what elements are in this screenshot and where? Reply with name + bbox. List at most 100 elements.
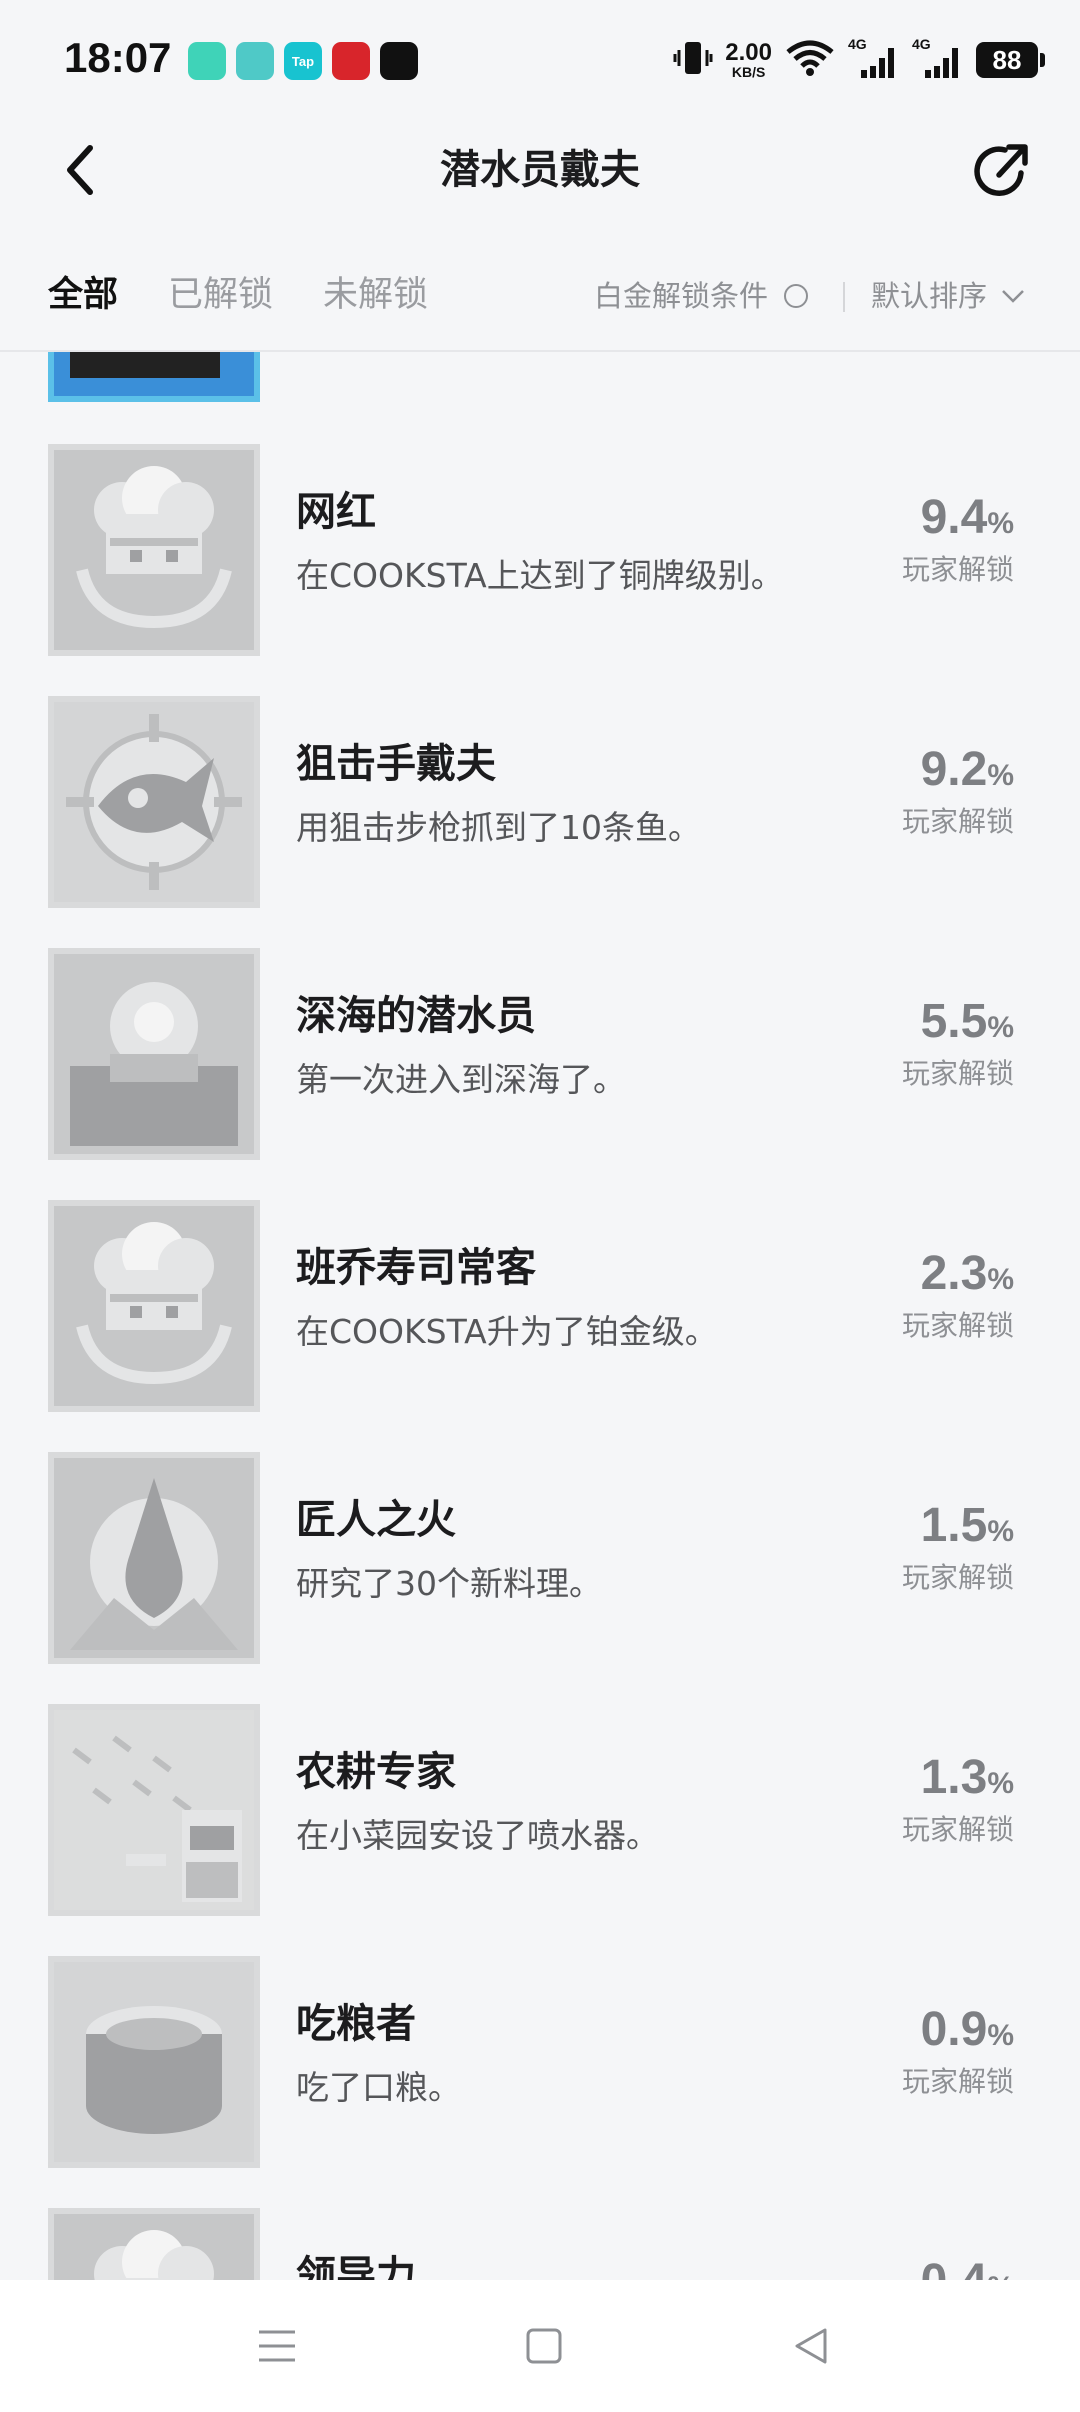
achievement-row[interactable]: 吃粮者 吃了口粮。 0.9% 玩家解锁 — [0, 1956, 1080, 2208]
achievement-row[interactable]: 班乔寿司常客 在COOKSTA升为了铂金级。 2.3% 玩家解锁 — [0, 1200, 1080, 1452]
network-speed: 2.00 KB/S — [725, 39, 772, 80]
achievement-description: 用狙击步枪抓到了10条鱼。 — [296, 808, 701, 847]
chevron-down-icon — [1002, 290, 1024, 303]
achievement-name: 深海的潜水员 — [296, 993, 536, 1039]
battery-indicator: 88 — [976, 42, 1045, 78]
unlock-rate: 5.5% 玩家解锁 — [854, 994, 1014, 1094]
unlock-rate-value: 1.3 — [920, 1751, 988, 1804]
page-title: 潜水员戴夫 — [440, 147, 640, 193]
status-bar: 18:07 Tap 2.00 KB/S 4G 4G 88 — [0, 0, 1080, 120]
unlock-rate-unit: % — [987, 507, 1014, 540]
achievement-name: 吃粮者 — [296, 2001, 416, 2047]
tab-locked[interactable]: 未解锁 — [323, 270, 428, 320]
wifi-icon — [784, 38, 836, 82]
ration-can-icon — [48, 1956, 260, 2168]
unlock-rate-label: 玩家解锁 — [901, 805, 1014, 838]
filter-row: 全部 已解锁 未解锁 白金解锁条件 默认排序 — [0, 240, 1080, 352]
share-button[interactable] — [966, 136, 1036, 206]
platinum-condition-toggle[interactable]: 白金解锁条件 — [594, 276, 809, 316]
unlock-rate-value: 9.4 — [920, 491, 988, 544]
platinum-label: 白金解锁条件 — [594, 279, 769, 313]
achievement-row[interactable]: 匠人之火 研究了30个新料理。 1.5% 玩家解锁 — [0, 1452, 1080, 1704]
achievement-description: 吃了口粮。 — [296, 2068, 461, 2107]
unlock-rate-unit: % — [987, 1767, 1014, 1800]
signal-label-2: 4G — [912, 36, 931, 52]
signal-icon: 4G — [848, 36, 900, 80]
navigation-bar — [0, 2280, 1080, 2412]
signal-label: 4G — [848, 36, 867, 52]
unlock-rate-label: 玩家解锁 — [901, 553, 1014, 586]
achievement-name: 匠人之火 — [296, 1497, 456, 1543]
tab-unlocked[interactable]: 已解锁 — [168, 270, 273, 320]
fish-crosshair-icon — [48, 696, 260, 908]
achievement-row[interactable]: 网红 在COOKSTA上达到了铜牌级别。 9.4% 玩家解锁 — [0, 444, 1080, 696]
divider — [843, 282, 845, 312]
unlock-rate-label: 玩家解锁 — [901, 1309, 1014, 1342]
unlock-rate-unit: % — [987, 2019, 1014, 2052]
taptap-icon: Tap — [284, 42, 322, 80]
radio-circle-icon — [784, 284, 809, 308]
triangle-back-icon — [795, 2328, 827, 2364]
unlock-rate: 0.9% 玩家解锁 — [854, 2002, 1014, 2102]
red-app-icon — [332, 42, 370, 80]
achievement-name: 班乔寿司常客 — [296, 1245, 536, 1291]
unlock-rate-unit: % — [987, 759, 1014, 792]
achievement-row[interactable]: 深海的潜水员 第一次进入到深海了。 5.5% 玩家解锁 — [0, 948, 1080, 1200]
signal-icon-2: 4G — [912, 36, 964, 80]
chef-hat-icon — [48, 444, 260, 656]
unlock-rate-label: 玩家解锁 — [901, 1057, 1014, 1090]
home-button[interactable] — [514, 2316, 574, 2376]
unlock-rate-unit: % — [987, 1515, 1014, 1548]
app-icon-green — [188, 42, 226, 80]
unlock-rate-value: 0.9 — [920, 2003, 988, 2056]
tab-all[interactable]: 全部 — [48, 270, 118, 320]
chef-hat-icon — [48, 1200, 260, 1412]
achievement-list: 网红 在COOKSTA上达到了铜牌级别。 9.4% 玩家解锁 狙击手戴夫 用狙击… — [0, 352, 1080, 2280]
unlock-rate-value: 1.5 — [920, 1499, 988, 1552]
deep-sea-glow-icon — [48, 948, 260, 1160]
vibrate-icon — [673, 38, 713, 82]
back-nav-button[interactable] — [781, 2316, 841, 2376]
achievement-name: 领导力 — [296, 2253, 416, 2280]
system-icons: 2.00 KB/S 4G 4G 88 — [673, 36, 1045, 82]
unlock-rate: 1.3% 玩家解锁 — [854, 1750, 1014, 1850]
app-icon-teal — [236, 42, 274, 80]
achievement-description: 第一次进入到深海了。 — [296, 1060, 626, 1099]
fire-icon — [48, 1452, 260, 1664]
unlock-rate-value: 5.5 — [920, 995, 988, 1048]
unlock-rate: 1.5% 玩家解锁 — [854, 1498, 1014, 1598]
unlock-rate-unit: % — [987, 1011, 1014, 1044]
unlock-rate: 9.2% 玩家解锁 — [854, 742, 1014, 842]
tiktok-icon — [380, 42, 418, 80]
header: 潜水员戴夫 — [0, 120, 1080, 220]
unlock-rate: 9.4% 玩家解锁 — [854, 490, 1014, 590]
achievement-description: 在小菜园安设了喷水器。 — [296, 1816, 659, 1855]
sort-label: 默认排序 — [871, 279, 988, 313]
status-time: 18:07 — [64, 34, 172, 81]
unlock-rate: 2.3% 玩家解锁 — [854, 1246, 1014, 1346]
menu-icon — [259, 2330, 295, 2362]
chef-hat-icon — [48, 2208, 260, 2280]
achievement-name: 农耕专家 — [296, 1749, 456, 1795]
unlock-rate-unit: % — [987, 2271, 1014, 2280]
previous-item-badge[interactable] — [48, 352, 260, 402]
achievement-row[interactable]: 农耕专家 在小菜园安设了喷水器。 1.3% 玩家解锁 — [0, 1704, 1080, 1956]
achievement-row[interactable]: 狙击手戴夫 用狙击步枪抓到了10条鱼。 9.2% 玩家解锁 — [0, 696, 1080, 948]
achievement-description: 在COOKSTA上达到了铜牌级别。 — [296, 556, 784, 595]
unlock-rate-label: 玩家解锁 — [901, 1561, 1014, 1594]
achievement-name: 网红 — [296, 489, 376, 535]
sort-dropdown[interactable]: 默认排序 — [871, 276, 1025, 316]
notification-icons: Tap — [188, 42, 418, 80]
menu-button[interactable] — [247, 2316, 307, 2376]
share-icon — [974, 144, 1028, 196]
unlock-rate-label: 玩家解锁 — [901, 2065, 1014, 2098]
unlock-rate-value: 2.3 — [920, 1247, 988, 1300]
unlock-rate-unit: % — [987, 1263, 1014, 1296]
farmer-icon — [48, 1704, 260, 1916]
unlock-rate-value: 9.2 — [920, 743, 988, 796]
achievement-row[interactable]: 领导力 0.4% 玩家解锁 — [0, 2208, 1080, 2280]
achievement-description: 研究了30个新料理。 — [296, 1564, 602, 1603]
unlock-rate-value: 0.4 — [921, 2255, 988, 2280]
unlock-rate-label: 玩家解锁 — [901, 1813, 1014, 1846]
net-speed-value: 2.00 — [725, 39, 772, 66]
